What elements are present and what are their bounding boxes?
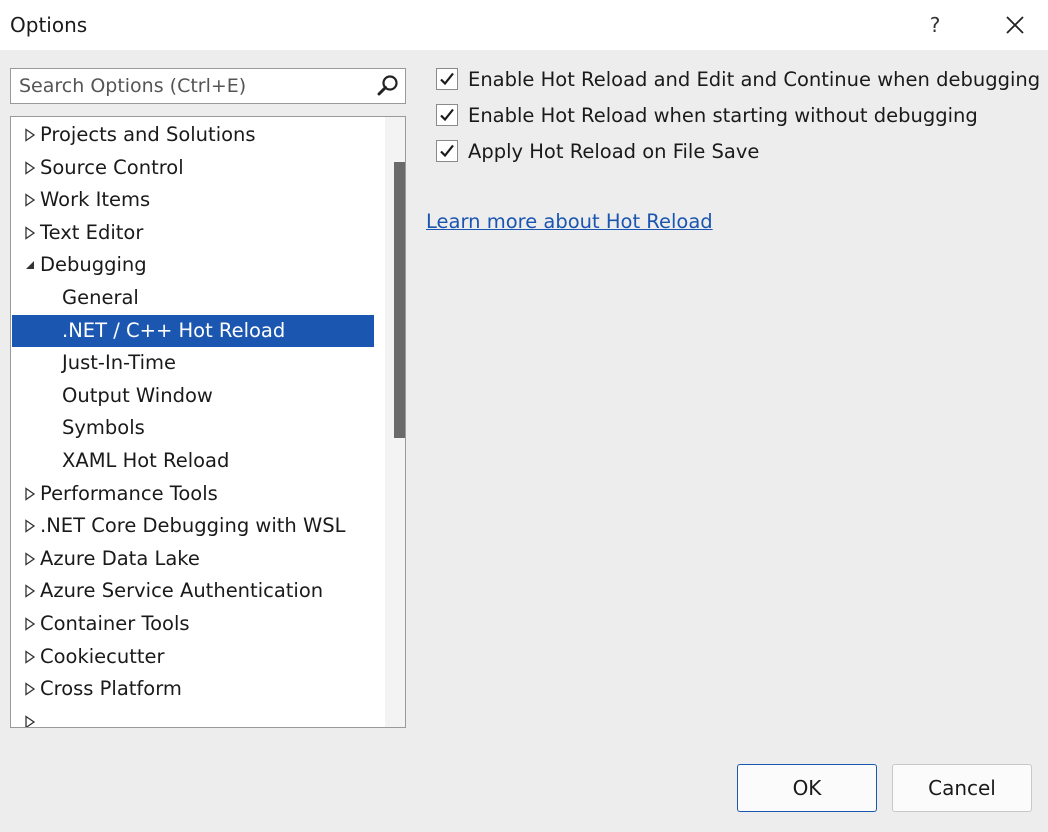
tree-item[interactable]: .NET / C++ Hot Reload — [12, 314, 374, 347]
tree-item-label: Cookiecutter — [40, 644, 165, 668]
scrollbar-thumb[interactable] — [394, 162, 405, 438]
tree-item[interactable]: Work Items — [12, 184, 374, 216]
checkbox[interactable] — [436, 140, 458, 162]
collapsed-arrow-icon[interactable] — [22, 217, 38, 249]
tree-item-label: Azure Data Lake — [40, 546, 200, 570]
tree-item-label: .NET / C++ Hot Reload — [62, 318, 286, 342]
search-input[interactable] — [11, 69, 371, 103]
option-label: Apply Hot Reload on File Save — [468, 139, 760, 163]
tree-item-label: Azure Service Authentication — [40, 579, 324, 603]
tree-scrollbar[interactable] — [385, 117, 405, 727]
tree-item[interactable] — [12, 706, 374, 727]
search-icon[interactable] — [375, 73, 401, 99]
tree-item[interactable]: XAML Hot Reload — [12, 445, 374, 477]
collapsed-arrow-icon[interactable] — [22, 478, 38, 510]
collapsed-arrow-icon[interactable] — [22, 543, 38, 575]
collapsed-arrow-icon[interactable] — [22, 608, 38, 640]
tree-item[interactable]: Cross Platform — [12, 673, 374, 705]
expanded-arrow-icon[interactable] — [22, 249, 38, 281]
tree-item[interactable]: Azure Data Lake — [12, 543, 374, 575]
tree-item[interactable]: .NET Core Debugging with WSL — [12, 510, 374, 542]
tree-item[interactable]: Performance Tools — [12, 478, 374, 510]
collapsed-arrow-icon[interactable] — [22, 510, 38, 542]
tree-item[interactable]: Symbols — [12, 412, 374, 444]
window-title: Options — [10, 13, 88, 37]
ok-button[interactable]: OK — [737, 764, 877, 812]
option-label: Enable Hot Reload and Edit and Continue … — [468, 67, 1041, 91]
tree-item-label: Debugging — [40, 253, 147, 277]
checkbox[interactable] — [436, 68, 458, 90]
option-label: Enable Hot Reload when starting without … — [468, 103, 978, 127]
tree-item[interactable]: Just-In-Time — [12, 347, 374, 379]
collapsed-arrow-icon[interactable] — [22, 184, 38, 216]
title-bar: Options ? — [0, 0, 1048, 50]
tree-item[interactable]: Azure Service Authentication — [12, 575, 374, 607]
tree-item-label: Text Editor — [40, 220, 144, 244]
option-row[interactable]: Apply Hot Reload on File Save — [436, 138, 759, 164]
close-button[interactable] — [995, 8, 1035, 42]
tree-item-label: Just-In-Time — [62, 351, 177, 375]
collapsed-arrow-icon[interactable] — [22, 706, 38, 727]
help-button[interactable]: ? — [915, 8, 955, 42]
collapsed-arrow-icon[interactable] — [22, 119, 38, 151]
tree-item-label: Container Tools — [40, 612, 190, 635]
options-tree: Projects and Solutions Source Control Work… — [10, 116, 406, 728]
collapsed-arrow-icon[interactable] — [22, 152, 38, 184]
tree-item-label: .NET Core Debugging with WSL — [40, 514, 346, 538]
cancel-button[interactable]: Cancel — [892, 764, 1032, 812]
tree-item-label: Source Control — [40, 155, 184, 179]
search-box — [10, 68, 406, 104]
tree-item[interactable]: Debugging — [12, 249, 374, 281]
tree-item-label: Projects and Solutions — [40, 123, 256, 146]
tree-item-label: Performance Tools — [40, 481, 218, 505]
collapsed-arrow-icon[interactable] — [22, 673, 38, 705]
collapsed-arrow-icon[interactable] — [22, 641, 38, 673]
tree-item[interactable]: General — [12, 282, 374, 314]
tree-item[interactable]: Cookiecutter — [12, 641, 374, 673]
checkmark-icon — [440, 108, 454, 122]
tree-item[interactable]: Projects and Solutions — [12, 119, 374, 151]
collapsed-arrow-icon[interactable] — [22, 575, 38, 607]
checkbox[interactable] — [436, 104, 458, 126]
tree-item[interactable]: Container Tools — [12, 608, 374, 640]
tree-item-label: General — [62, 286, 139, 309]
tree-item-label: XAML Hot Reload — [62, 449, 230, 472]
close-icon — [1006, 16, 1024, 34]
checkmark-icon — [440, 72, 454, 86]
learn-more-link[interactable]: Learn more about Hot Reload — [426, 210, 713, 233]
tree-item-label: Work Items — [40, 188, 151, 212]
tree-item[interactable]: Source Control — [12, 152, 374, 184]
tree-item-label: Symbols — [62, 416, 145, 440]
option-row[interactable]: Enable Hot Reload when starting without … — [436, 102, 978, 128]
tree-item[interactable]: Output Window — [12, 380, 374, 412]
checkmark-icon — [440, 144, 454, 158]
tree-item-label: Output Window — [62, 383, 213, 407]
tree-item[interactable]: Text Editor — [12, 217, 374, 249]
option-row[interactable]: Enable Hot Reload and Edit and Continue … — [436, 66, 1040, 92]
tree-item-label: Cross Platform — [40, 677, 182, 701]
